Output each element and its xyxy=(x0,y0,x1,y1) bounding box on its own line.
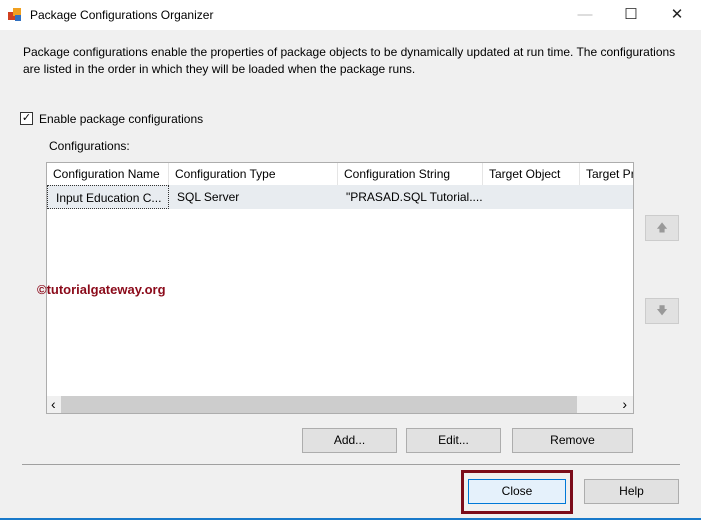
cell-name[interactable]: Input Education C... xyxy=(47,185,169,209)
edit-button[interactable]: Edit... xyxy=(406,428,501,453)
column-header-target-object[interactable]: Target Object xyxy=(483,163,580,185)
close-window-button[interactable]: ✕ xyxy=(654,0,700,30)
move-down-button[interactable]: 🡇 xyxy=(645,298,679,324)
configurations-label: Configurations: xyxy=(49,139,130,153)
help-button[interactable]: Help xyxy=(584,479,679,504)
close-button[interactable]: Close xyxy=(468,479,566,504)
scrollbar-thumb[interactable] xyxy=(61,396,577,413)
minimize-button[interactable]: — xyxy=(562,0,608,30)
title-bar: Package Configurations Organizer — ☐ ✕ xyxy=(0,0,701,30)
move-up-button[interactable]: 🡅 xyxy=(645,215,679,241)
horizontal-scrollbar[interactable]: ‹ › xyxy=(47,396,633,413)
window-title: Package Configurations Organizer xyxy=(30,8,214,22)
column-header-string[interactable]: Configuration String xyxy=(338,163,483,185)
divider xyxy=(22,464,680,465)
remove-button[interactable]: Remove xyxy=(512,428,633,453)
enable-configurations-checkbox[interactable]: ✓ xyxy=(20,112,33,125)
scroll-right-icon[interactable]: › xyxy=(622,396,627,412)
watermark: ©tutorialgateway.org xyxy=(37,282,166,297)
column-header-name[interactable]: Configuration Name xyxy=(47,163,169,185)
enable-configurations-label: Enable package configurations xyxy=(39,112,204,126)
column-header-type[interactable]: Configuration Type xyxy=(169,163,338,185)
description: Package configurations enable the proper… xyxy=(23,45,676,76)
add-button[interactable]: Add... xyxy=(302,428,397,453)
maximize-button[interactable]: ☐ xyxy=(608,0,654,30)
scroll-left-icon[interactable]: ‹ xyxy=(51,396,56,412)
cell-type[interactable]: SQL Server xyxy=(169,185,338,209)
cell-target-object[interactable] xyxy=(483,185,580,209)
cell-string[interactable]: "PRASAD.SQL Tutorial.... xyxy=(338,185,483,209)
cell-target-property[interactable] xyxy=(580,185,633,209)
app-icon xyxy=(8,8,22,22)
column-header-target-property[interactable]: Target Pr xyxy=(580,163,633,185)
